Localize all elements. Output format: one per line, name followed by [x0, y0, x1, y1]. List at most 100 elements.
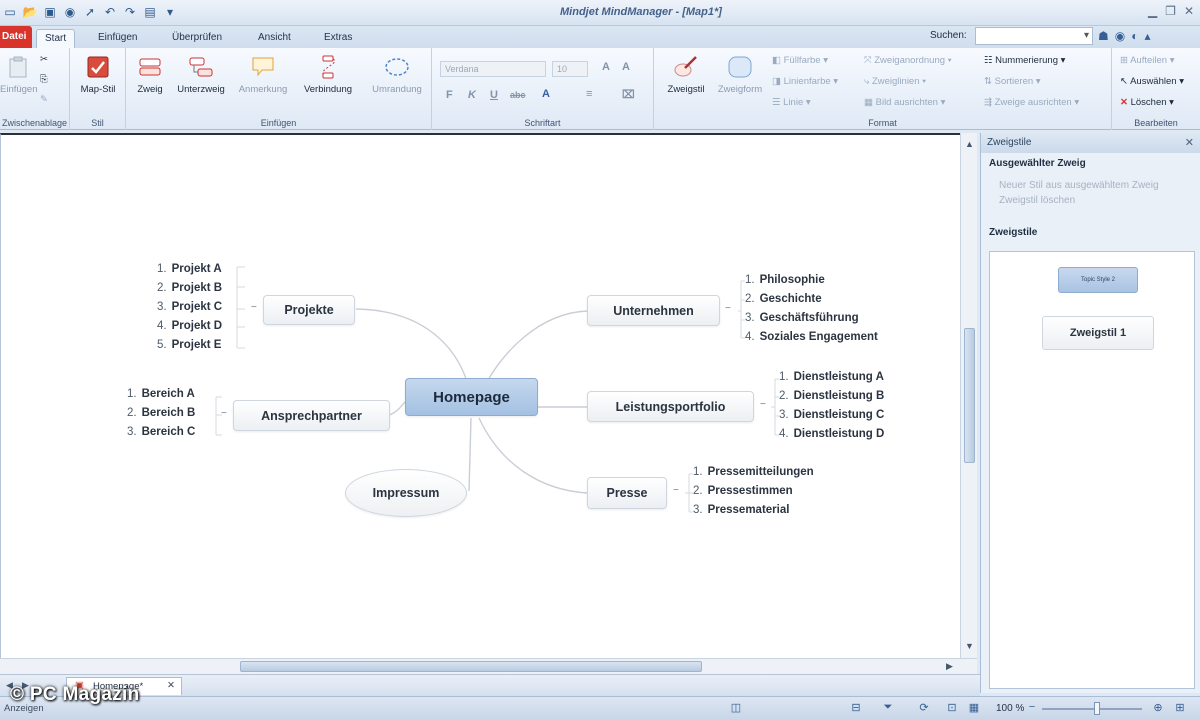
redo-icon[interactable]: ↷	[122, 4, 138, 20]
subtopic[interactable]: 1. Bereich A	[127, 388, 195, 400]
close-tab-icon[interactable]: ✕	[167, 680, 175, 691]
collapse-toggle[interactable]: −	[221, 408, 227, 419]
subtopic[interactable]: 2. Dienstleistung B	[779, 390, 884, 402]
cut-icon[interactable]: ✂	[40, 54, 48, 65]
open-folder-icon[interactable]: 📂	[22, 4, 38, 20]
subtopic[interactable]: 3. Geschäftsführung	[745, 312, 859, 324]
minimize-icon[interactable]: ▁	[1148, 4, 1157, 18]
zoom-out-icon[interactable]: −	[1024, 701, 1040, 716]
branch-style-card[interactable]: Zweigstil 1	[1042, 316, 1154, 350]
central-topic[interactable]: Homepage	[405, 378, 538, 416]
zoom-in-icon[interactable]: ⊕	[1150, 701, 1166, 716]
subtopic[interactable]: 2. Geschichte	[745, 293, 822, 305]
horizontal-scrollbar[interactable]: ▶	[0, 658, 977, 674]
close-icon[interactable]: ✕	[1185, 136, 1194, 149]
new-style-link[interactable]: Neuer Stil aus ausgewähltem Zweig	[981, 178, 1200, 193]
align-branches-button[interactable]: ⇶ Zweige ausrichten ▾	[984, 97, 1079, 108]
scroll-down-icon[interactable]: ▼	[965, 641, 974, 651]
ribbon-minimize-icon[interactable]: ▴	[1145, 29, 1151, 43]
clear-format-icon[interactable]: ⌧	[622, 88, 635, 101]
topic-ansprechpartner[interactable]: Ansprechpartner	[233, 400, 390, 431]
view-icon[interactable]: ◫	[728, 701, 744, 716]
italic-button[interactable]: K	[468, 89, 476, 101]
tab-ueberpruefen[interactable]: Überprüfen	[164, 29, 230, 48]
print-icon[interactable]: ▤	[142, 4, 158, 20]
filter-icon[interactable]: ⏷	[880, 701, 896, 716]
tab-start[interactable]: Start	[36, 29, 76, 48]
vertical-scroll-thumb[interactable]	[964, 328, 975, 463]
fit-map-icon[interactable]: ⊡	[944, 701, 960, 716]
fill-color-button[interactable]: ◧ Füllfarbe ▾	[772, 55, 828, 66]
boundary-button[interactable]: Umrandung	[366, 54, 428, 95]
collapse-toggle[interactable]: −	[673, 485, 679, 496]
info-icon[interactable]: ◐	[1131, 29, 1138, 43]
subbranch-button[interactable]: Unterzweig	[172, 54, 230, 95]
relationship-button[interactable]: Verbindung	[296, 54, 360, 95]
subtopic[interactable]: 1. Pressemitteilungen	[693, 466, 814, 478]
tab-ansicht[interactable]: Ansicht	[250, 29, 299, 48]
subtopic[interactable]: 1. Dienstleistung A	[779, 371, 884, 383]
undo-icon[interactable]: ↶	[102, 4, 118, 20]
help-icon[interactable]: ◉	[1115, 29, 1125, 43]
subtopic[interactable]: 3. Bereich C	[127, 426, 195, 438]
align-icon[interactable]: ≡	[586, 88, 592, 100]
new-document-icon[interactable]: ▭	[2, 4, 18, 20]
branch-order-button[interactable]: ⤧ Zweiganordnung ▾	[864, 55, 952, 66]
customize-quick-access-icon[interactable]: ▾	[162, 4, 178, 20]
subtopic[interactable]: 4. Dienstleistung D	[779, 428, 884, 440]
bold-button[interactable]: F	[446, 89, 453, 101]
callout-button[interactable]: Anmerkung	[234, 54, 292, 95]
topic-leistungsportfolio[interactable]: Leistungsportfolio	[587, 391, 754, 422]
subtopic[interactable]: 1. Projekt A	[157, 263, 222, 275]
subtopic[interactable]: 4. Projekt D	[157, 320, 222, 332]
sort-button[interactable]: ⇅ Sortieren ▾	[984, 76, 1041, 87]
topic-projekte[interactable]: Projekte	[263, 295, 355, 325]
branch-style-button[interactable]: Zweigstil	[660, 54, 712, 95]
delete-style-link[interactable]: Zweigstil löschen	[981, 193, 1200, 208]
vertical-scrollbar[interactable]: ▲ ▼	[960, 133, 977, 658]
line-color-button[interactable]: ◨ Linienfarbe ▾	[772, 76, 838, 87]
topic-impressum[interactable]: Impressum	[345, 469, 467, 517]
collapse-toggle[interactable]: −	[725, 303, 731, 314]
strikethrough-button[interactable]: abc	[510, 90, 526, 100]
map-canvas[interactable]: Homepage Projekte − 1. Projekt A 2. Projek…	[0, 133, 960, 658]
zoom-slider-thumb[interactable]	[1094, 702, 1100, 715]
underline-button[interactable]: U	[490, 89, 498, 101]
grow-font-icon[interactable]: A	[602, 61, 610, 73]
horizontal-scroll-thumb[interactable]	[240, 661, 702, 672]
send-icon[interactable]: ➚	[82, 4, 98, 20]
branch-button[interactable]: Zweig	[132, 54, 168, 95]
subtopic[interactable]: 2. Pressestimmen	[693, 485, 793, 497]
tab-einfuegen[interactable]: Einfügen	[90, 29, 145, 48]
topic-style-chip[interactable]: Topic Style 2	[1058, 267, 1138, 293]
subtopic[interactable]: 3. Projekt C	[157, 301, 222, 313]
topic-presse[interactable]: Presse	[587, 477, 667, 509]
subtopic[interactable]: 5. Projekt E	[157, 339, 221, 351]
font-color-icon[interactable]: A	[542, 88, 550, 100]
layout-icon[interactable]: ⊟	[848, 701, 864, 716]
select-button[interactable]: ↖ Auswählen ▾	[1120, 76, 1184, 87]
subtopic[interactable]: 1. Philosophie	[745, 274, 825, 286]
subtopic[interactable]: 2. Projekt B	[157, 282, 222, 294]
close-icon[interactable]: ✕	[1184, 4, 1194, 18]
publish-icon[interactable]: ◉	[62, 4, 78, 20]
expand-button[interactable]: ⊞ Aufteilen ▾	[1120, 55, 1174, 66]
zoom-slider[interactable]	[1042, 708, 1142, 710]
font-size-select[interactable]: 10	[552, 61, 588, 77]
maximize-icon[interactable]: ❐	[1165, 4, 1176, 18]
font-name-select[interactable]: Verdana	[440, 61, 546, 77]
subtopic[interactable]: 2. Bereich B	[127, 407, 195, 419]
subtopic[interactable]: 3. Pressematerial	[693, 504, 789, 516]
search-input[interactable]	[975, 27, 1093, 45]
subtopic[interactable]: 4. Soziales Engagement	[745, 331, 878, 343]
subtopic[interactable]: 3. Dienstleistung C	[779, 409, 884, 421]
shrink-font-icon[interactable]: A	[622, 61, 630, 73]
share-icon[interactable]: ☗	[1098, 29, 1109, 43]
topic-unternehmen[interactable]: Unternehmen	[587, 295, 720, 326]
tab-extras[interactable]: Extras	[316, 29, 360, 48]
numbering-button[interactable]: ☷ Nummerierung ▾	[984, 55, 1065, 66]
paste-button[interactable]: Einfügen	[0, 54, 38, 95]
copy-icon[interactable]: ⎘	[40, 74, 48, 85]
line-button[interactable]: ☰ Linie ▾	[772, 97, 811, 108]
scroll-up-icon[interactable]: ▲	[965, 139, 974, 149]
